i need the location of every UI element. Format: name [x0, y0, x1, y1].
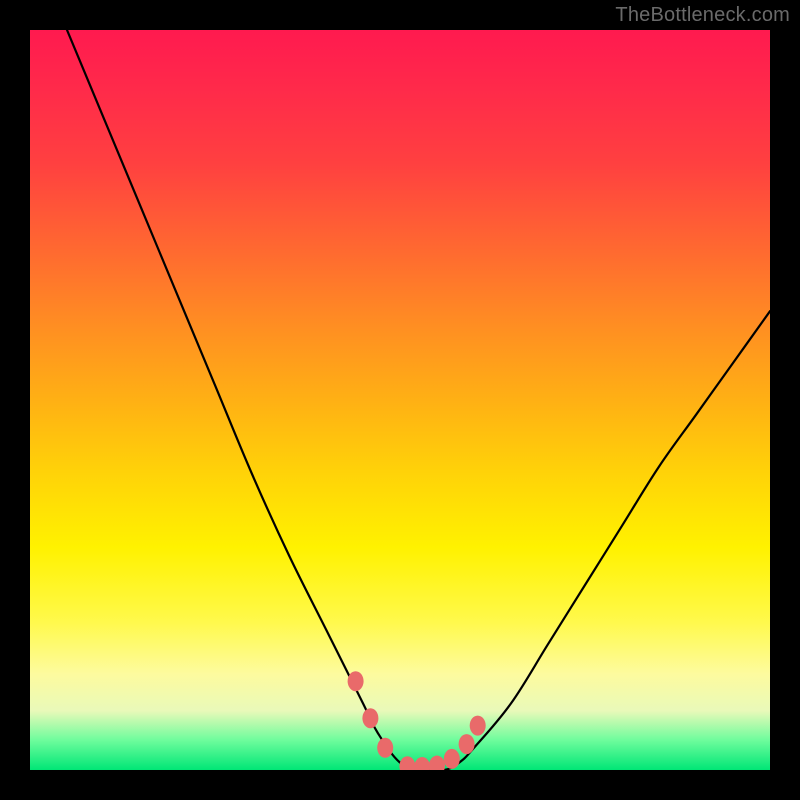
- marked-points-group: [348, 671, 486, 770]
- marked-point: [459, 734, 475, 754]
- watermark-text: TheBottleneck.com: [615, 4, 790, 27]
- marked-point: [377, 738, 393, 758]
- marked-point: [348, 671, 364, 691]
- points-layer: [30, 30, 770, 770]
- chart-frame: TheBottleneck.com: [0, 0, 800, 800]
- marked-point: [444, 749, 460, 769]
- marked-point: [362, 708, 378, 728]
- marked-point: [414, 757, 430, 770]
- marked-point: [470, 716, 486, 736]
- marked-point: [429, 756, 445, 770]
- plot-area: [30, 30, 770, 770]
- marked-point: [399, 756, 415, 770]
